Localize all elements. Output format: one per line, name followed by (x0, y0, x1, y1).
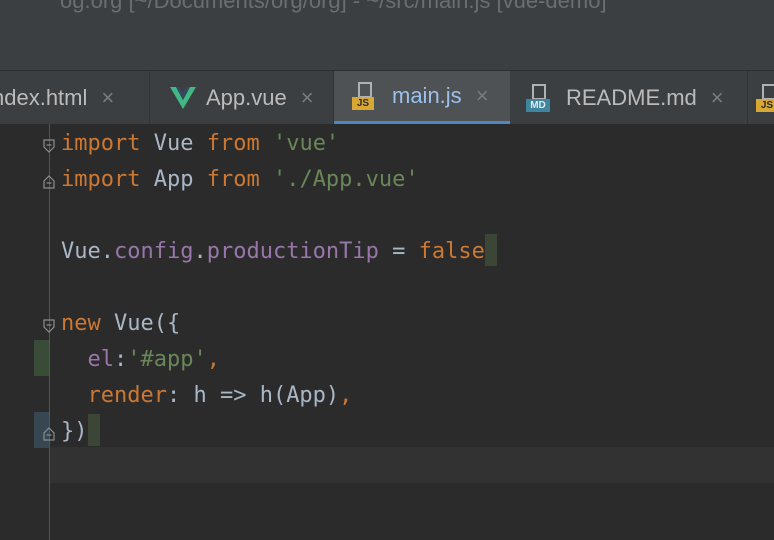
current-line-highlight (50, 447, 774, 483)
tab-label: main.js (392, 83, 462, 108)
vue-logo-icon (170, 86, 196, 110)
brace-match-highlight (484, 234, 497, 266)
toolbar (0, 18, 774, 71)
tab-overflow[interactable]: JS (756, 71, 774, 124)
fold-end-icon[interactable] (43, 427, 55, 441)
fold-end-icon[interactable] (43, 175, 55, 189)
code-line-7[interactable]: el:'#app', (61, 342, 220, 378)
tab-label: App.vue (206, 85, 287, 110)
tab-main-js[interactable]: JS main.js × (334, 71, 510, 124)
fold-start-icon[interactable] (43, 139, 55, 153)
code-line-4[interactable]: Vue.config.productionTip = false (61, 234, 497, 270)
window-title: og.org [~/Documents/org/org] - ~/src/mai… (60, 0, 607, 13)
js-file-icon: JS (756, 84, 774, 112)
vcs-change-marker[interactable] (34, 340, 49, 376)
code-line-1[interactable]: import Vue from 'vue' (61, 126, 339, 162)
code-editor[interactable]: import Vue from 'vue' import App from '.… (0, 124, 774, 540)
close-icon[interactable]: × (711, 85, 724, 111)
close-icon[interactable]: × (301, 85, 314, 111)
code-line-2[interactable]: import App from './App.vue' (61, 162, 419, 198)
tab-index-html[interactable]: ndex.html × (0, 71, 150, 124)
close-icon[interactable]: × (101, 85, 114, 111)
brace-match-highlight (87, 414, 100, 446)
tab-label: ndex.html (0, 85, 88, 110)
js-file-icon: JS (352, 82, 382, 110)
code-line-9[interactable]: }) (61, 414, 100, 450)
tab-label: README.md (566, 85, 697, 110)
markdown-file-icon: MD (526, 84, 556, 112)
tab-app-vue[interactable]: App.vue × (150, 71, 334, 124)
fold-start-icon[interactable] (43, 319, 55, 333)
editor-tab-bar: ndex.html × App.vue × JS main.js × MD RE… (0, 70, 774, 124)
window-title-bar: og.org [~/Documents/org/org] - ~/src/mai… (0, 0, 774, 18)
tab-readme-md[interactable]: MD README.md × (510, 71, 748, 124)
code-line-6[interactable]: new Vue({ (61, 306, 180, 342)
close-icon[interactable]: × (476, 83, 489, 109)
code-line-8[interactable]: render: h => h(App), (61, 378, 353, 414)
